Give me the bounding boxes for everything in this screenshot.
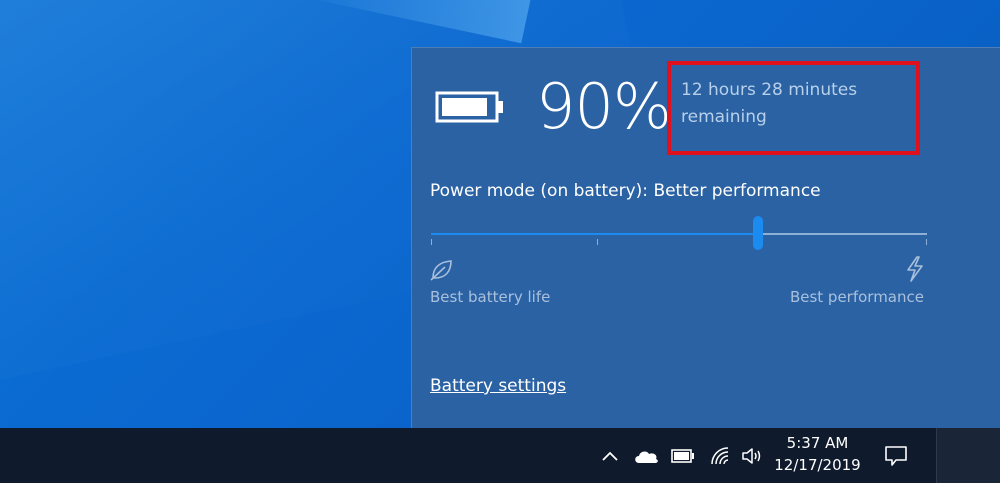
time-remaining-text: 12 hours 28 minutes remaining <box>681 80 858 127</box>
action-center-icon[interactable] <box>878 428 914 483</box>
slider-tick <box>431 239 432 245</box>
slider-tick <box>926 239 927 245</box>
show-desktop-button[interactable] <box>936 428 1000 483</box>
power-mode-slider[interactable] <box>431 216 927 250</box>
wifi-icon[interactable] <box>706 428 734 483</box>
best-performance-label: Best performance <box>789 288 924 306</box>
onedrive-cloud-icon[interactable] <box>630 428 662 483</box>
lightning-bolt-icon <box>907 256 923 282</box>
speaker-icon[interactable] <box>738 428 766 483</box>
slider-thumb[interactable] <box>753 216 763 250</box>
taskbar-clock[interactable]: 5:37 AM 12/17/2019 <box>770 432 865 476</box>
leaf-icon <box>430 260 452 281</box>
slider-fill <box>431 233 758 235</box>
taskbar: 5:37 AM 12/17/2019 <box>0 428 1000 483</box>
clock-time: 5:37 AM <box>786 434 849 452</box>
power-mode-label: Power mode (on battery): Better performa… <box>430 181 821 201</box>
battery-level-icon <box>435 91 503 123</box>
battery-settings-link[interactable]: Battery settings <box>430 376 566 396</box>
slider-tick <box>597 239 598 245</box>
chevron-up-icon[interactable] <box>598 428 622 483</box>
clock-date: 12/17/2019 <box>774 456 861 474</box>
battery-percentage: 90% <box>536 70 672 143</box>
battery-icon[interactable] <box>668 428 698 483</box>
battery-flyout: 90% 12 hours 28 minutes remaining Power … <box>411 47 1000 428</box>
best-battery-life-label: Best battery life <box>430 288 551 306</box>
